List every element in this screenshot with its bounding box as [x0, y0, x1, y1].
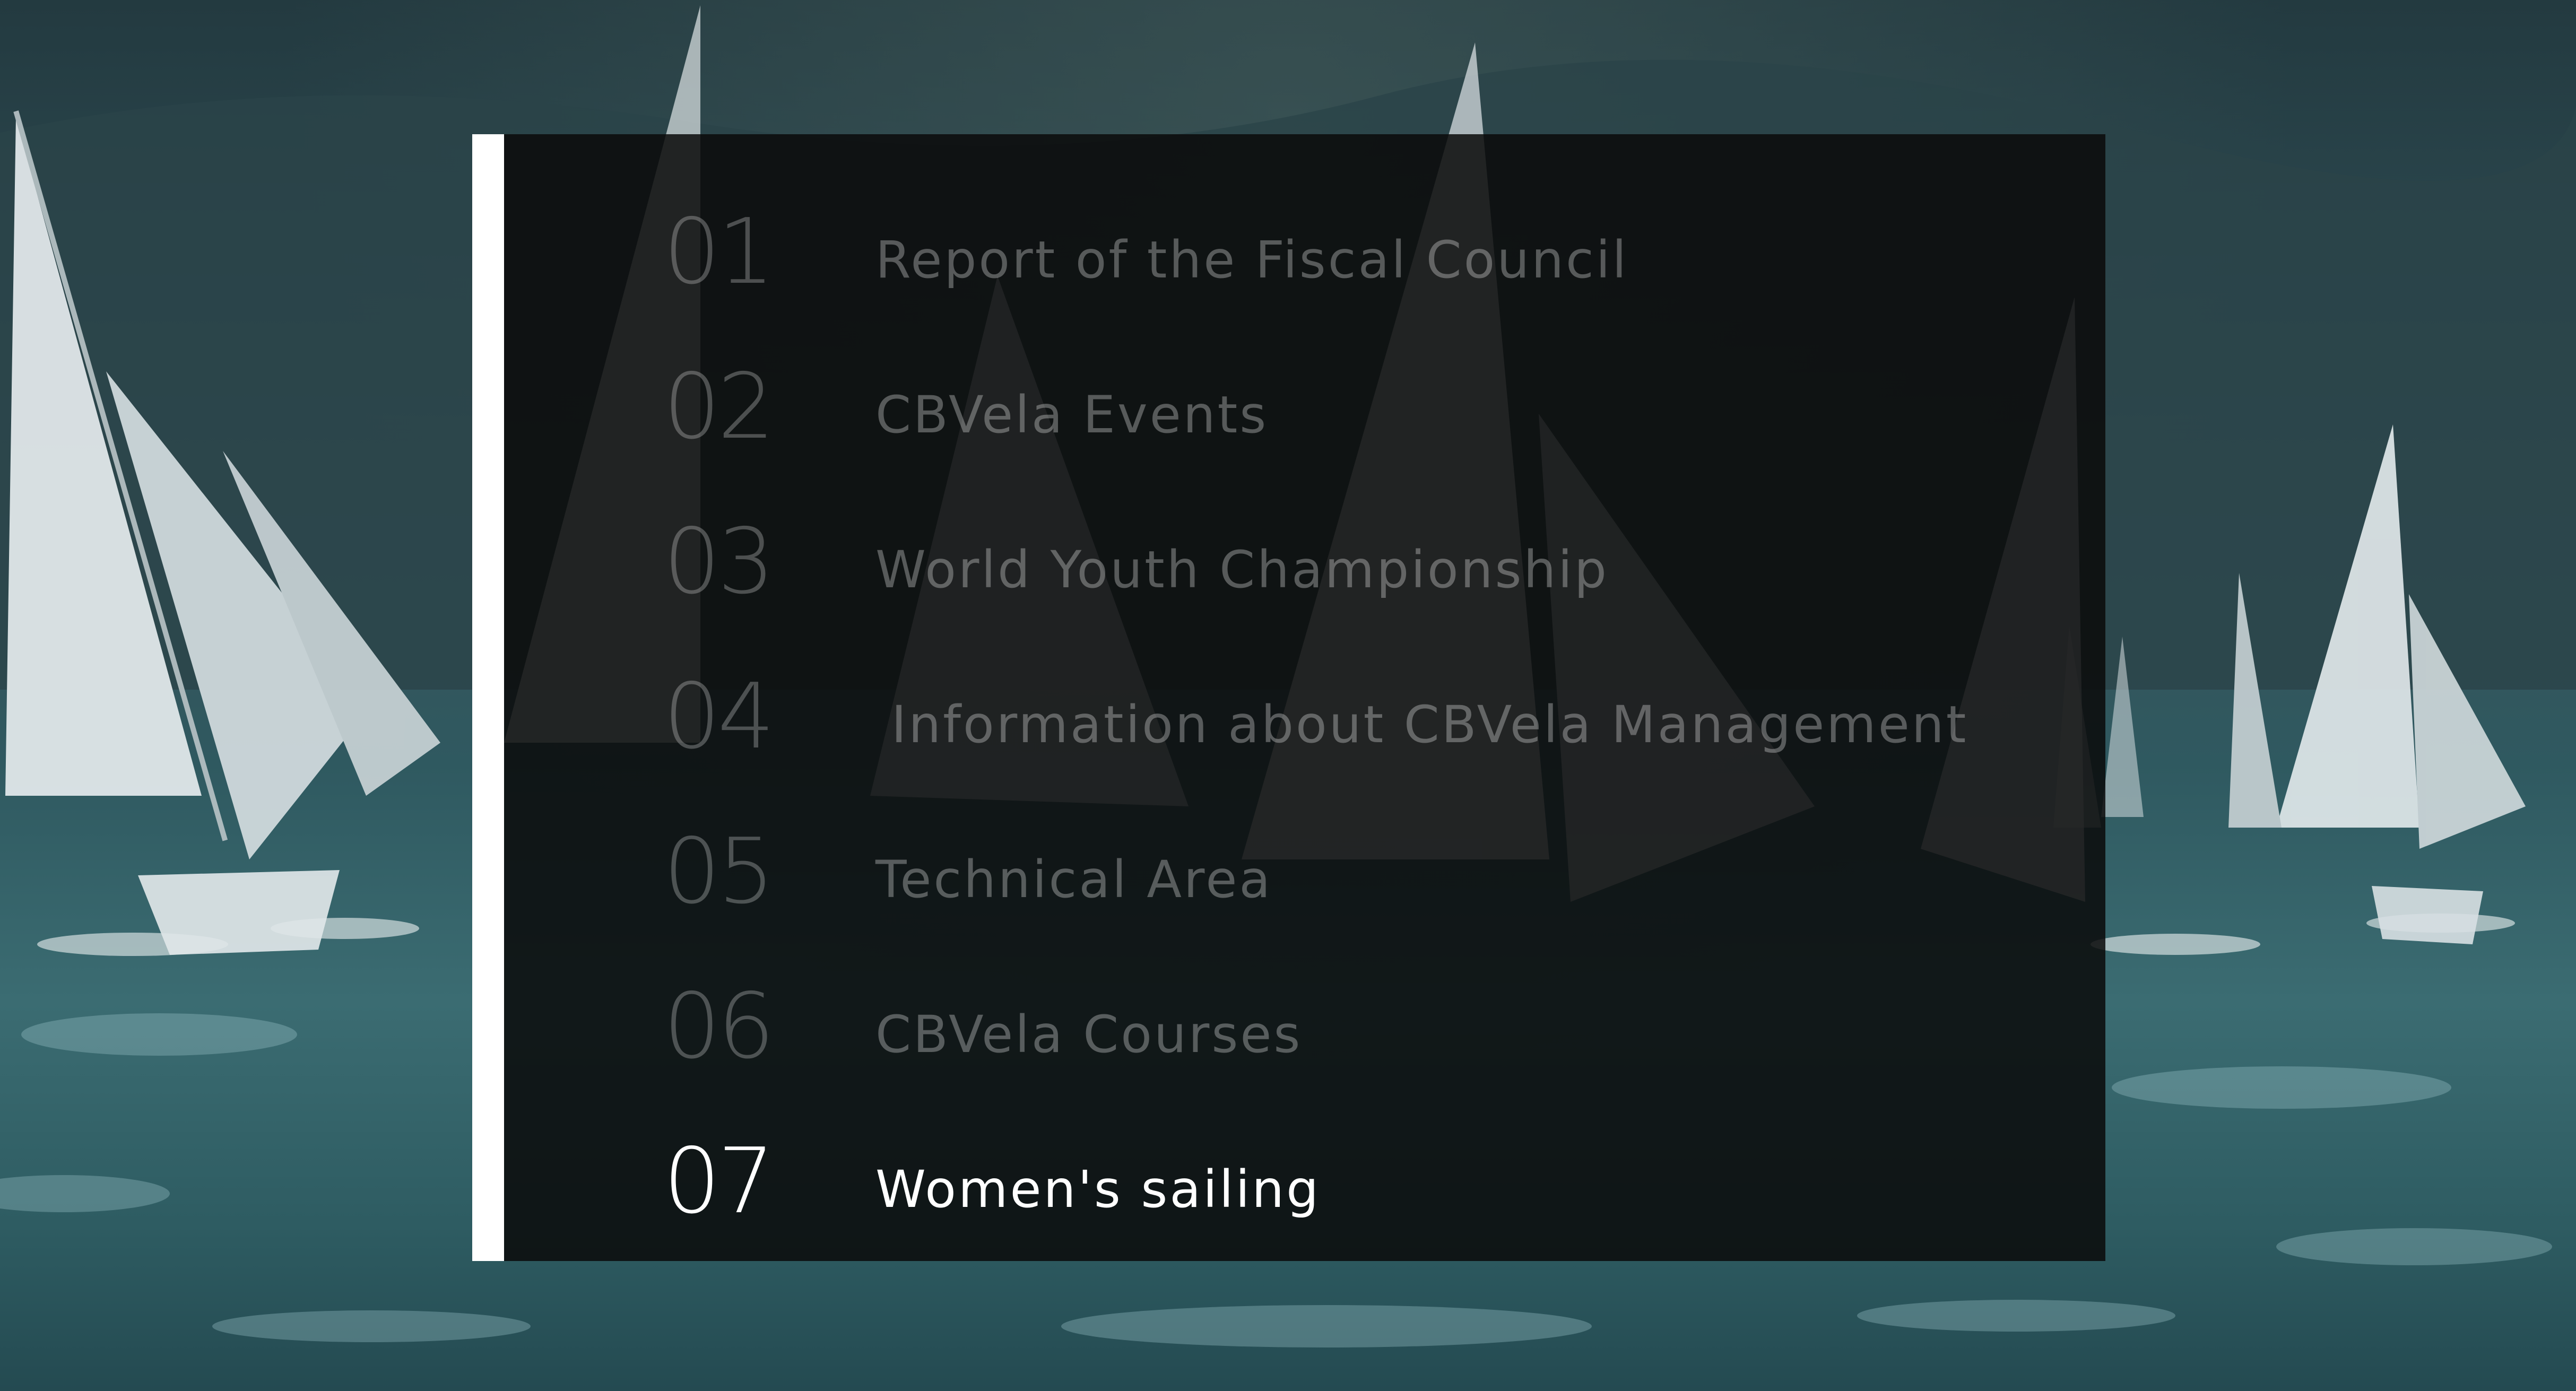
- item-label: Women's sailing: [875, 1160, 1321, 1219]
- agenda-item-02[interactable]: 02 CBVela Events: [663, 338, 2069, 465]
- item-number: 05: [663, 819, 775, 924]
- item-number: 01: [663, 199, 775, 305]
- agenda-item-05[interactable]: 05 Technical Area: [663, 803, 2069, 930]
- item-label: World Youth Championship: [875, 540, 1609, 599]
- agenda-item-06[interactable]: 06 CBVela Courses: [663, 958, 2069, 1085]
- agenda-item-04[interactable]: 04 Information about CBVela Management: [663, 648, 2069, 775]
- item-label: CBVela Events: [875, 385, 1269, 445]
- item-number: 02: [663, 354, 775, 459]
- item-number: 07: [663, 1129, 775, 1234]
- item-number: 06: [663, 974, 775, 1079]
- agenda-item-01[interactable]: 01 Report of the Fiscal Council: [663, 183, 2069, 310]
- item-number: 03: [663, 509, 775, 614]
- agenda-item-03[interactable]: 03 World Youth Championship: [663, 493, 2069, 620]
- item-number: 04: [663, 664, 775, 769]
- slide: 01 Report of the Fiscal Council 02 CBVel…: [0, 0, 2576, 1391]
- item-label: CBVela Courses: [875, 1005, 1303, 1064]
- agenda-item-07[interactable]: 07 Women's sailing: [663, 1112, 2069, 1240]
- accent-bar: [472, 134, 504, 1261]
- item-label: Information about CBVela Management: [891, 695, 1968, 754]
- item-label: Report of the Fiscal Council: [875, 230, 1629, 290]
- item-label: Technical Area: [875, 850, 1273, 909]
